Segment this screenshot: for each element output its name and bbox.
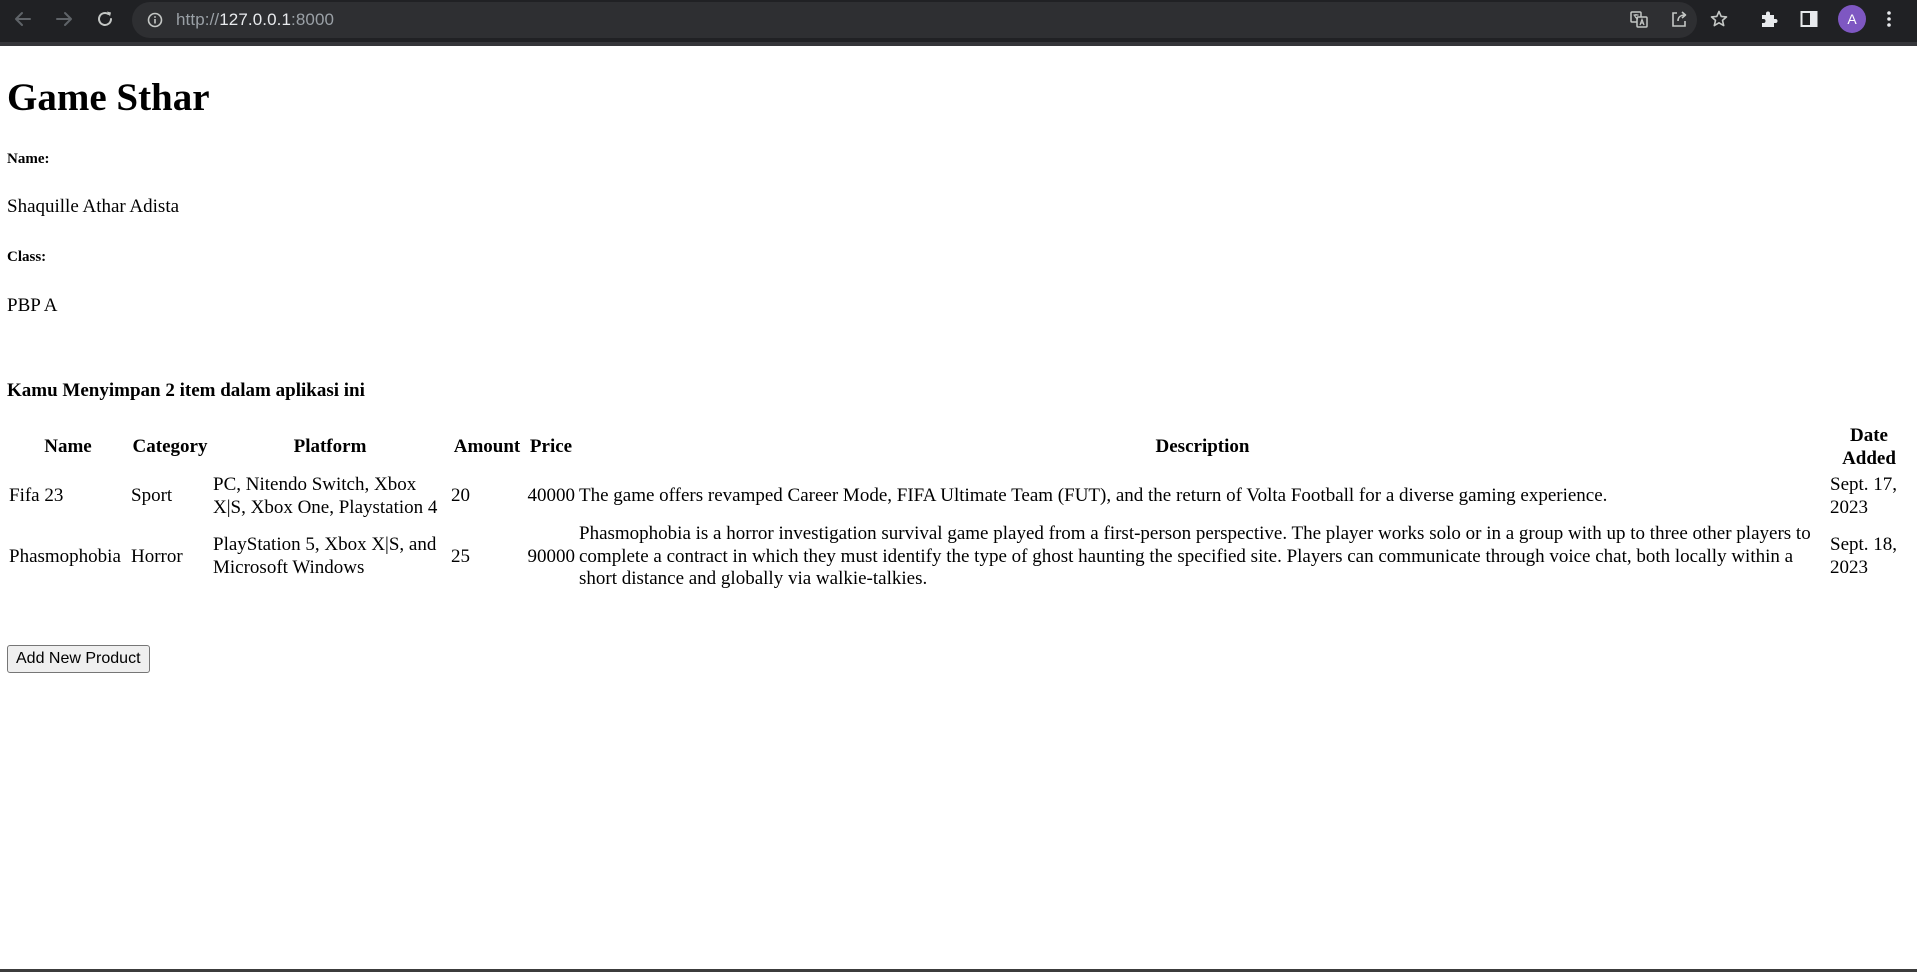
name-label: Name:	[7, 151, 50, 167]
star-icon[interactable]	[1708, 8, 1730, 30]
header-platform: Platform	[293, 436, 367, 458]
header-name: Name	[44, 436, 92, 458]
table-header-row: Name Category Platform Amount Price Desc…	[8, 424, 1909, 471]
cell-amount: 25	[451, 545, 470, 567]
cell-platform: PC, Nitendo Switch, Xbox X|S, Xbox One, …	[213, 474, 438, 518]
translate-icon[interactable]	[1628, 8, 1650, 30]
cell-category: Sport	[131, 485, 173, 507]
page-title: Game Sthar	[7, 76, 210, 119]
table-row: Fifa 23 Sport PC, Nitendo Switch, Xbox X…	[8, 473, 1909, 520]
cell-platform: PlayStation 5, Xbox X|S, and Microsoft W…	[213, 534, 437, 578]
header-amount: Amount	[453, 436, 521, 458]
url-scheme: http://	[176, 10, 220, 29]
class-label: Class:	[7, 249, 47, 265]
forward-arrow-icon[interactable]	[51, 6, 77, 32]
item-count-summary: Kamu Menyimpan 2 item dalam aplikasi ini	[7, 380, 365, 401]
header-date-added: Date Added	[1842, 425, 1896, 469]
puzzle-icon[interactable]	[1758, 8, 1780, 30]
add-new-product-button[interactable]: Add New Product	[7, 645, 150, 673]
page-content: Game Sthar Name: Shaquille Athar Adista …	[0, 46, 1917, 969]
header-description: Description	[1155, 436, 1250, 458]
cell-price: 40000	[527, 485, 576, 507]
browser-toolbar: http://127.0.0.1:8000 A	[0, 0, 1917, 46]
kebab-menu-icon[interactable]	[1878, 8, 1900, 30]
reload-icon[interactable]	[92, 6, 118, 32]
cell-name: Fifa 23	[9, 485, 64, 507]
cell-price: 90000	[527, 545, 576, 567]
products-table: Name Category Platform Amount Price Desc…	[6, 422, 1911, 594]
cell-date-added: Sept. 18, 2023	[1830, 534, 1898, 578]
url-text[interactable]: http://127.0.0.1:8000	[176, 10, 334, 30]
name-value: Shaquille Athar Adista	[7, 196, 180, 217]
header-category: Category	[132, 436, 208, 458]
class-value: PBP A	[7, 295, 58, 316]
cell-description: Phasmophobia is a horror investigation s…	[579, 523, 1811, 589]
cell-category: Horror	[131, 545, 183, 567]
back-arrow-icon[interactable]	[10, 6, 36, 32]
url-host: 127.0.0.1	[219, 10, 292, 29]
table-row: Phasmophobia Horror PlayStation 5, Xbox …	[8, 522, 1909, 592]
header-price: Price	[529, 436, 573, 458]
cell-description: The game offers revamped Career Mode, FI…	[579, 485, 1608, 507]
cell-name: Phasmophobia	[9, 545, 121, 567]
info-icon[interactable]	[146, 11, 164, 29]
share-icon[interactable]	[1668, 8, 1690, 30]
url-port: :8000	[291, 10, 335, 29]
address-bar[interactable]: http://127.0.0.1:8000	[132, 2, 1697, 38]
cell-amount: 20	[451, 485, 470, 507]
cell-date-added: Sept. 17, 2023	[1830, 474, 1898, 518]
side-panel-icon[interactable]	[1798, 8, 1820, 30]
profile-avatar[interactable]: A	[1838, 5, 1866, 33]
